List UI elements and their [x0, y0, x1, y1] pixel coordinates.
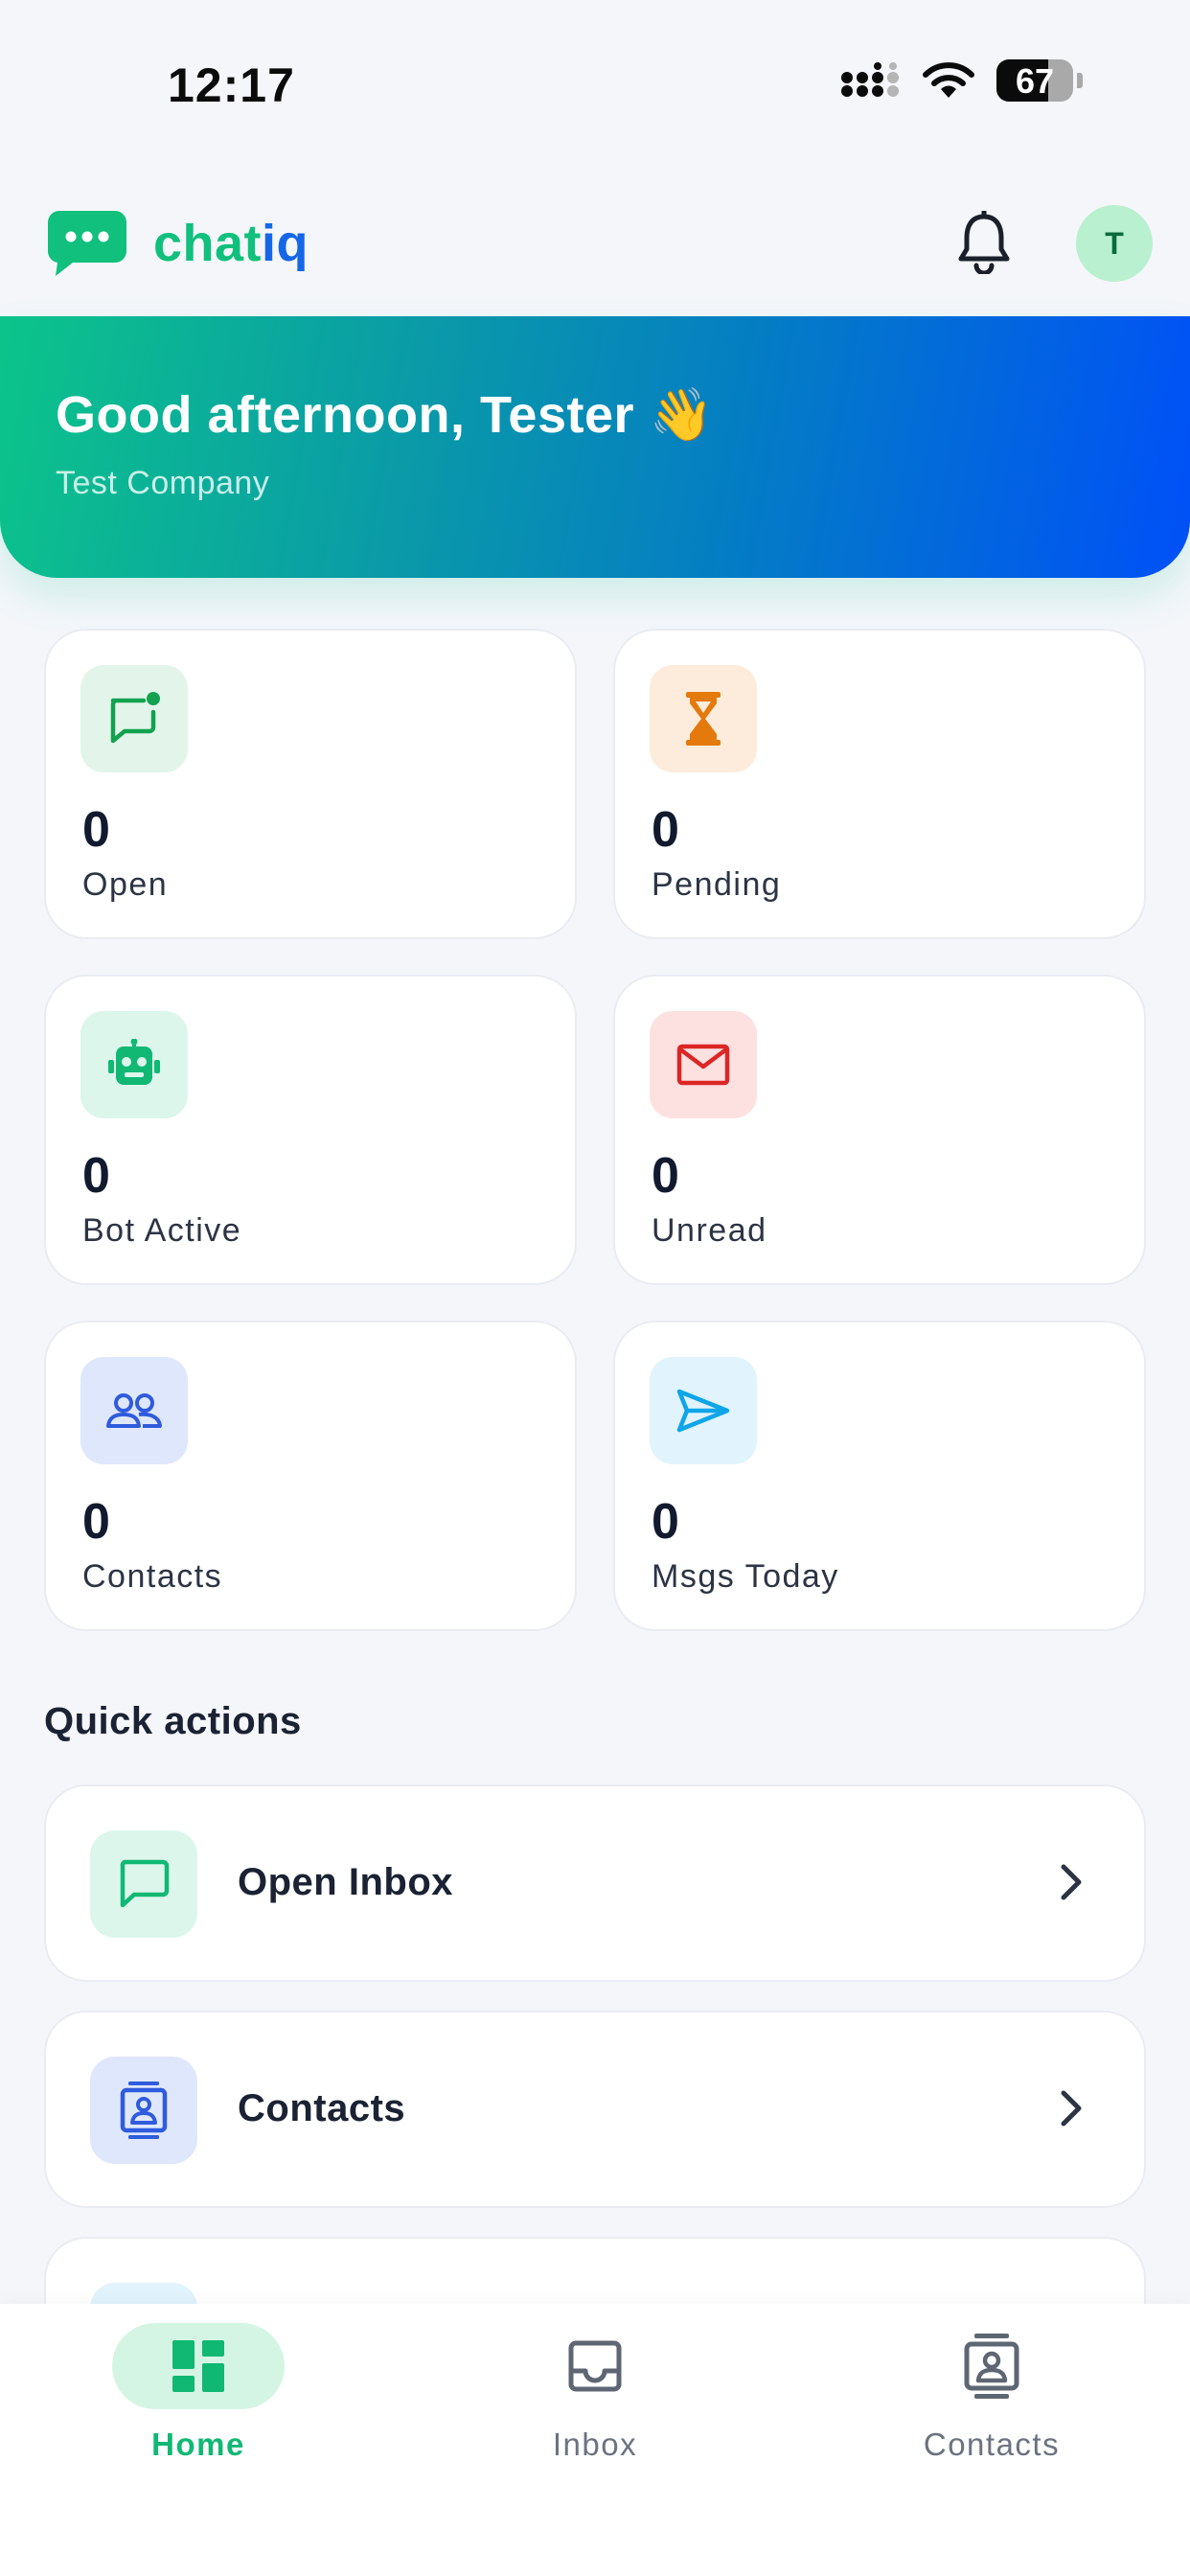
- users-icon: [106, 1393, 162, 1428]
- stat-icon-box: [80, 1011, 188, 1118]
- dashboard-icon: [172, 2340, 224, 2392]
- hourglass-icon: [686, 692, 721, 746]
- brand-name: chatiq: [153, 214, 309, 273]
- stat-icon-box: [650, 1011, 757, 1118]
- status-icons: 67: [839, 59, 1083, 102]
- nav-inbox[interactable]: Inbox: [461, 2323, 729, 2463]
- envelope-icon: [676, 1044, 730, 1086]
- action-label: Open Inbox: [238, 1861, 453, 1903]
- contact-card-icon: [964, 2334, 1019, 2399]
- nav-pill: [509, 2323, 681, 2409]
- stat-value: 0: [652, 1148, 679, 1204]
- nav-pill: [112, 2323, 285, 2409]
- battery-indicator: 67: [996, 59, 1073, 102]
- action-icon-box: [90, 1830, 197, 1938]
- action-label: Contacts: [238, 2087, 406, 2129]
- company-name: Test Company: [56, 465, 270, 501]
- robot-icon: [108, 1039, 160, 1085]
- stat-label: Pending: [652, 866, 782, 903]
- chevron-right-icon: [1061, 2090, 1082, 2127]
- stat-card-bot-active[interactable]: 0 Bot Active: [44, 975, 577, 1285]
- nav-home[interactable]: Home: [64, 2323, 332, 2463]
- stat-label: Contacts: [82, 1558, 223, 1595]
- chat-dot-icon: [110, 692, 160, 744]
- stat-icon-box: [650, 1357, 757, 1464]
- brand-accent: iq: [262, 215, 309, 272]
- inbox-tray-icon: [568, 2340, 622, 2392]
- user-avatar[interactable]: T: [1076, 205, 1153, 282]
- quick-action-open-inbox[interactable]: Open Inbox: [44, 1784, 1146, 1982]
- stat-value: 0: [82, 802, 110, 858]
- stat-value: 0: [652, 1494, 679, 1550]
- status-time: 12:17: [168, 58, 295, 112]
- battery-tip: [1077, 73, 1083, 88]
- nav-label: Contacts: [923, 2426, 1061, 2462]
- cellular-signal-icon: [841, 62, 899, 97]
- nav-contacts[interactable]: Contacts: [858, 2323, 1126, 2463]
- contact-card-icon: [120, 2082, 168, 2139]
- stat-icon-box: [80, 665, 188, 772]
- brand-logo[interactable]: chatiq: [48, 211, 309, 276]
- nav-label: Home: [151, 2426, 245, 2462]
- app-header: chatiq T: [0, 182, 1190, 316]
- status-bar: 12:17 67: [0, 0, 1190, 163]
- stat-card-open[interactable]: 0 Open: [44, 629, 577, 939]
- greeting-banner: Good afternoon, Tester 👋 Test Company: [0, 316, 1190, 578]
- stat-icon-box: [650, 665, 757, 772]
- stat-icon-box: [80, 1357, 188, 1464]
- chat-icon: [120, 1859, 170, 1908]
- stat-label: Bot Active: [82, 1212, 242, 1249]
- wifi-icon: [923, 62, 974, 98]
- stat-label: Msgs Today: [652, 1558, 839, 1595]
- quick-action-contacts[interactable]: Contacts: [44, 2011, 1146, 2208]
- stat-card-unread[interactable]: 0 Unread: [613, 975, 1146, 1285]
- chevron-right-icon: [1061, 1864, 1082, 1900]
- nav-pill: [905, 2323, 1078, 2409]
- notifications-button[interactable]: [954, 208, 1014, 279]
- bell-icon: [958, 208, 1010, 276]
- stat-value: 0: [652, 802, 679, 858]
- stat-label: Open: [82, 866, 169, 903]
- send-icon: [676, 1389, 730, 1433]
- chat-bubble-logo-icon: [48, 211, 126, 276]
- quick-actions-title: Quick actions: [44, 1700, 302, 1742]
- stat-card-msgs-today[interactable]: 0 Msgs Today: [613, 1321, 1146, 1631]
- action-icon-box: [90, 2057, 197, 2164]
- stat-card-pending[interactable]: 0 Pending: [613, 629, 1146, 939]
- stat-value: 0: [82, 1494, 110, 1550]
- stat-label: Unread: [652, 1212, 767, 1249]
- stat-value: 0: [82, 1148, 110, 1204]
- bottom-navigation: Home Inbox Contacts: [0, 2304, 1190, 2576]
- nav-label: Inbox: [552, 2426, 638, 2462]
- greeting-title: Good afternoon, Tester 👋: [56, 386, 715, 444]
- stat-card-contacts[interactable]: 0 Contacts: [44, 1321, 577, 1631]
- brand-prefix: chat: [153, 215, 263, 272]
- battery-percent: 67: [1015, 61, 1055, 101]
